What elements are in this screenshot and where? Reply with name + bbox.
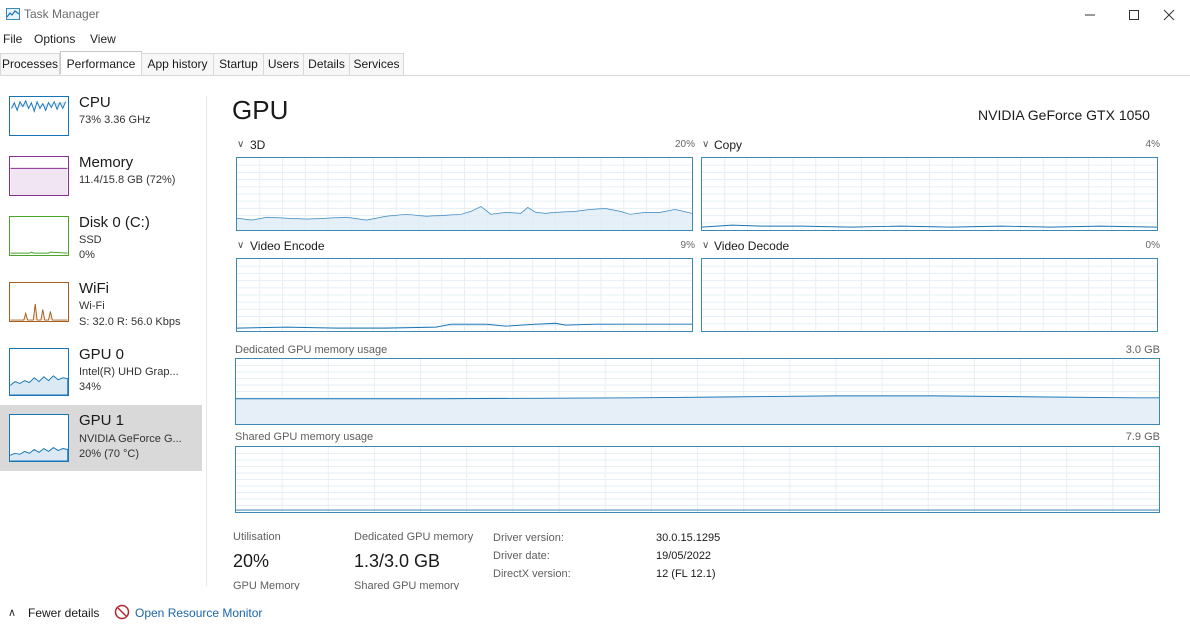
sidebar-item-detail: SSD xyxy=(79,234,102,246)
graph-value-copy: 4% xyxy=(1145,139,1160,150)
chevron-down-icon[interactable]: ∨ xyxy=(237,139,244,150)
dedicated-memory-graph xyxy=(235,358,1160,425)
chevron-down-icon[interactable]: ∨ xyxy=(702,240,709,251)
graph-grid xyxy=(702,259,1157,331)
graph-copy xyxy=(701,157,1158,231)
shared-memory-max: 7.9 GB xyxy=(1125,431,1160,443)
task-manager-icon xyxy=(6,8,20,20)
sidebar-item-wifi[interactable]: WiFi Wi-Fi S: 32.0 R: 56.0 Kbps xyxy=(0,276,202,340)
driver-date-label: Driver date: xyxy=(493,550,550,562)
open-resource-monitor-link[interactable]: Open Resource Monitor xyxy=(135,606,262,620)
menu-view[interactable]: View xyxy=(90,32,116,46)
chevron-down-icon[interactable]: ∨ xyxy=(702,139,709,150)
tab-bar: Processes Performance App history Startu… xyxy=(0,51,1190,76)
graph-label-video-encode[interactable]: Video Encode xyxy=(250,239,325,253)
disk-thumbnail xyxy=(9,216,69,256)
graph-label-3d[interactable]: 3D xyxy=(250,138,265,152)
directx-version-label: DirectX version: xyxy=(493,568,571,580)
tab-details[interactable]: Details xyxy=(303,53,350,75)
sidebar-item-detail: 34% xyxy=(79,381,102,393)
directx-version-value: 12 (FL 12.1) xyxy=(656,568,716,580)
memory-thumbnail xyxy=(9,156,69,196)
maximize-icon xyxy=(1129,10,1139,20)
graph-video-encode xyxy=(236,258,693,332)
sidebar-divider xyxy=(206,96,207,586)
graph-value-video-decode: 0% xyxy=(1145,240,1160,251)
tab-processes[interactable]: Processes xyxy=(0,53,60,75)
shared-memory-label: Shared GPU memory usage xyxy=(235,431,374,443)
graph-3d xyxy=(236,157,693,231)
sidebar-item-disk[interactable]: Disk 0 (C:) SSD 0% xyxy=(0,210,202,274)
tab-services[interactable]: Services xyxy=(349,53,404,75)
gpu-model-name: NVIDIA GeForce GTX 1050 xyxy=(978,107,1150,123)
driver-version-label: Driver version: xyxy=(493,532,564,544)
utilisation-label: Utilisation xyxy=(233,531,281,543)
menu-file[interactable]: File xyxy=(3,32,22,46)
graph-label-copy[interactable]: Copy xyxy=(714,138,742,152)
cpu-thumbnail xyxy=(9,96,69,136)
sidebar-item-memory[interactable]: Memory 11.4/15.8 GB (72%) xyxy=(0,150,202,214)
minimize-button[interactable] xyxy=(1067,0,1113,30)
sidebar-item-cpu[interactable]: CPU 73% 3.36 GHz xyxy=(0,90,202,154)
minimize-icon xyxy=(1085,14,1095,16)
resource-monitor-icon xyxy=(114,604,130,620)
title-bar: Task Manager xyxy=(0,0,1190,30)
gpu0-thumbnail xyxy=(9,348,69,396)
utilisation-value: 20% xyxy=(233,551,270,571)
sidebar-item-detail: Wi-Fi xyxy=(79,300,105,312)
close-button[interactable] xyxy=(1146,0,1190,30)
dedicated-memory-label: Dedicated GPU memory usage xyxy=(235,344,388,356)
sidebar-item-detail: Intel(R) UHD Grap... xyxy=(79,366,179,378)
gpu1-thumbnail xyxy=(9,414,69,462)
tab-users[interactable]: Users xyxy=(263,53,304,75)
sidebar-item-label: GPU 0 xyxy=(79,346,125,363)
tab-app-history[interactable]: App history xyxy=(141,53,214,75)
sidebar-item-detail: 11.4/15.8 GB (72%) xyxy=(79,174,176,186)
chevron-down-icon[interactable]: ∨ xyxy=(237,240,244,251)
graph-value-video-encode: 9% xyxy=(680,240,695,251)
sidebar-item-label: GPU 1 xyxy=(79,412,125,429)
graph-grid xyxy=(237,259,692,331)
tab-performance[interactable]: Performance xyxy=(60,51,142,74)
window-title: Task Manager xyxy=(24,7,100,21)
shared-memory-graph xyxy=(235,446,1160,513)
shared-memory-stat-label: Shared GPU memory xyxy=(354,580,460,590)
sidebar-item-gpu1[interactable]: GPU 1 NVIDIA GeForce G... 20% (70 °C) xyxy=(0,405,202,471)
fewer-details-button[interactable]: Fewer details xyxy=(28,606,99,620)
graph-label-video-decode[interactable]: Video Decode xyxy=(714,239,789,253)
page-title: GPU xyxy=(232,95,289,125)
driver-date-value: 19/05/2022 xyxy=(656,550,712,562)
chevron-up-icon[interactable]: ∧ xyxy=(8,606,16,619)
gpu-memory-label: GPU Memory xyxy=(233,580,300,590)
sidebar-item-label: CPU xyxy=(79,94,111,111)
sidebar-item-label: Memory xyxy=(79,154,134,171)
dedicated-memory-stat-value: 1.3/3.0 GB xyxy=(354,551,441,571)
tab-startup[interactable]: Startup xyxy=(213,53,264,75)
graph-grid xyxy=(236,447,1159,512)
sidebar-item-label: Disk 0 (C:) xyxy=(79,214,150,231)
dedicated-memory-stat-label: Dedicated GPU memory xyxy=(354,531,474,543)
sidebar-item-detail: NVIDIA GeForce G... xyxy=(79,433,182,445)
sidebar-item-detail: S: 32.0 R: 56.0 Kbps xyxy=(79,316,181,328)
graph-grid xyxy=(702,158,1157,230)
close-icon xyxy=(1163,9,1175,21)
sidebar-item-label: WiFi xyxy=(79,280,109,297)
sidebar-item-detail: 20% (70 °C) xyxy=(79,448,140,460)
wifi-thumbnail xyxy=(9,282,69,322)
graph-value-3d: 20% xyxy=(674,139,695,150)
dedicated-memory-max: 3.0 GB xyxy=(1125,344,1160,356)
graph-video-decode xyxy=(701,258,1158,332)
stats-overflow-row: GPU Memory Shared GPU memory xyxy=(233,580,1113,590)
sidebar-item-detail: 73% 3.36 GHz xyxy=(79,114,151,126)
menu-options[interactable]: Options xyxy=(34,32,75,46)
sidebar-item-gpu0[interactable]: GPU 0 Intel(R) UHD Grap... 34% xyxy=(0,342,202,406)
driver-version-value: 30.0.15.1295 xyxy=(656,532,721,544)
sidebar-item-detail: 0% xyxy=(79,249,95,261)
